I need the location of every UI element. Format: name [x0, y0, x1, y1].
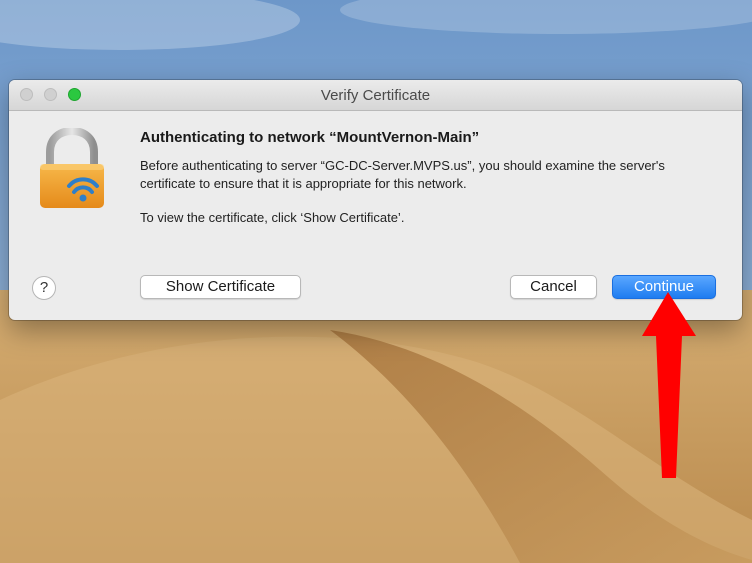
cancel-button[interactable]: Cancel — [510, 275, 597, 299]
dialog-message-block: Before authenticating to server “GC-DC-S… — [140, 157, 700, 227]
dialog-instruction: To view the certificate, click ‘Show Cer… — [140, 210, 405, 225]
help-button[interactable]: ? — [32, 276, 56, 300]
verify-certificate-dialog: Verify Certificate Authenticating to net… — [9, 80, 742, 320]
window-title: Verify Certificate — [320, 87, 431, 104]
red-annotation-arrow — [642, 292, 696, 478]
title-bar[interactable]: Verify Certificate — [9, 80, 742, 111]
dialog-message: Before authenticating to server “GC-DC-S… — [140, 158, 665, 191]
wifi-lock-icon — [40, 128, 104, 208]
show-certificate-button[interactable]: Show Certificate — [140, 275, 301, 299]
dialog-heading: Authenticating to network “MountVernon-M… — [140, 129, 480, 146]
